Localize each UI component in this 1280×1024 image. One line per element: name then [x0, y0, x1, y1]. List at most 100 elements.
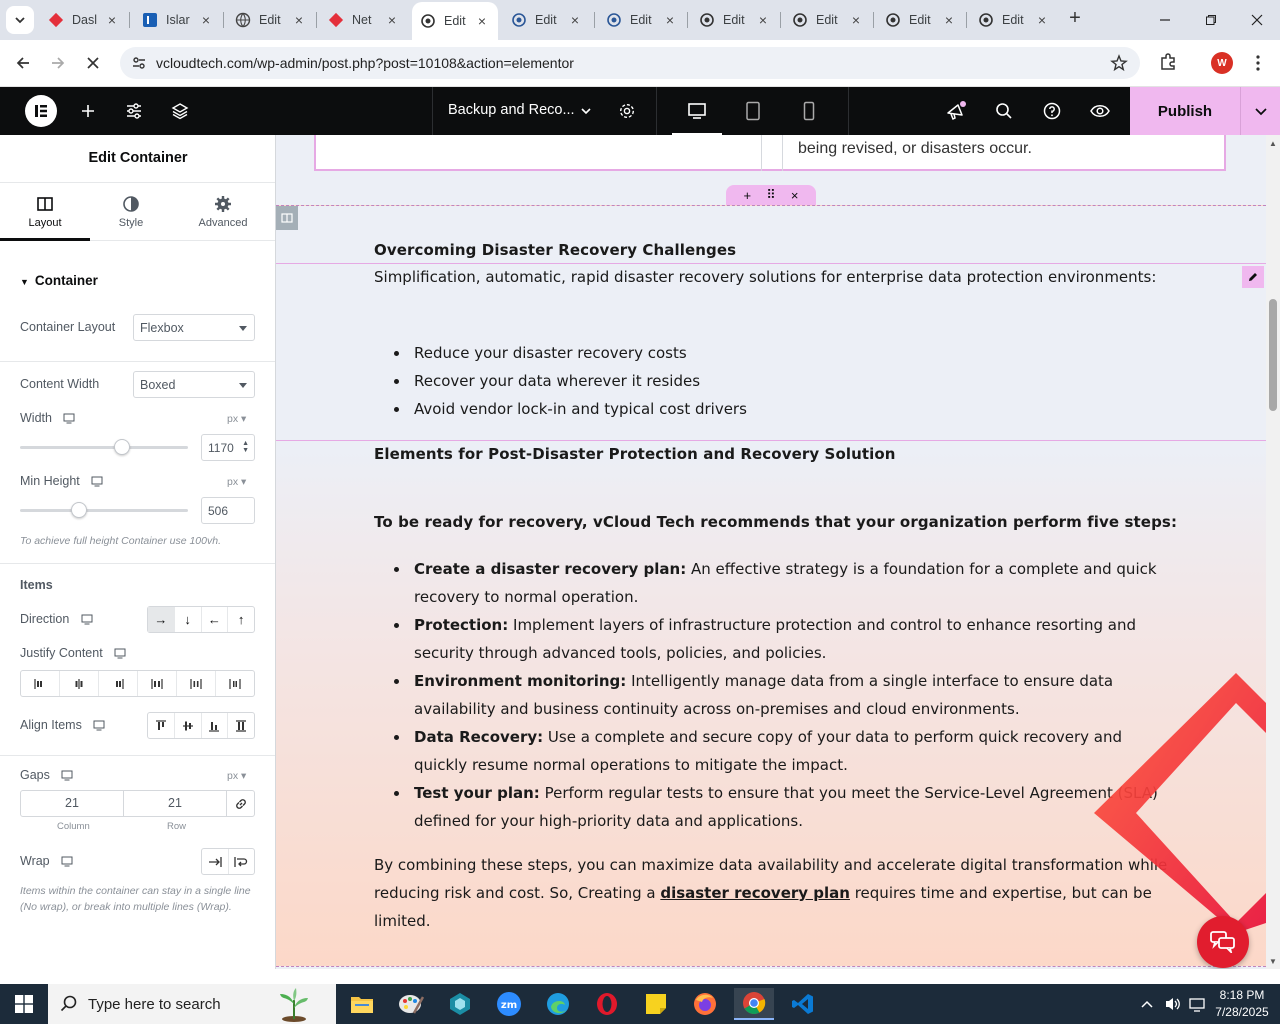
- edge-browser-icon[interactable]: [538, 988, 578, 1020]
- structure-button[interactable]: [168, 99, 192, 123]
- tab-advanced[interactable]: Advanced: [178, 183, 268, 241]
- back-button[interactable]: [10, 50, 36, 76]
- heading-overcoming[interactable]: Overcoming Disaster Recovery Challenges: [374, 241, 736, 259]
- direction-row-button[interactable]: →: [148, 607, 175, 632]
- site-settings-button[interactable]: [122, 99, 146, 123]
- min-height-slider-track[interactable]: [20, 509, 188, 512]
- profile-avatar[interactable]: W: [1211, 52, 1233, 74]
- edit-widget-pencil-icon[interactable]: [1242, 266, 1264, 288]
- chrome-browser-icon[interactable]: [734, 988, 774, 1020]
- browser-menu-dots-icon[interactable]: [1248, 52, 1268, 74]
- drag-handle-icon[interactable]: ⠿: [766, 187, 776, 203]
- close-icon[interactable]: ×: [662, 12, 678, 28]
- add-element-button[interactable]: [76, 99, 100, 123]
- desktop-icon[interactable]: [63, 413, 75, 427]
- heading-five-steps[interactable]: To be ready for recovery, vCloud Tech re…: [374, 513, 1177, 531]
- align-center-icon[interactable]: [175, 713, 202, 738]
- publish-button[interactable]: Publish: [1130, 87, 1240, 135]
- zoom-app-icon[interactable]: zm: [489, 988, 529, 1020]
- min-height-unit-select[interactable]: px ▾: [227, 476, 246, 488]
- sticky-notes-icon[interactable]: [636, 988, 676, 1020]
- heading-elements[interactable]: Elements for Post-Disaster Protection an…: [374, 445, 896, 463]
- browser-tab-11[interactable]: Edit ×: [970, 4, 1058, 36]
- tab-style[interactable]: Style: [86, 183, 176, 241]
- justify-space-evenly-icon[interactable]: [216, 671, 254, 696]
- wrap-icon[interactable]: [229, 849, 255, 874]
- no-wrap-icon[interactable]: [202, 849, 229, 874]
- address-bar[interactable]: vcloudtech.com/wp-admin/post.php?post=10…: [120, 47, 1140, 79]
- opera-browser-icon[interactable]: [587, 988, 627, 1020]
- close-icon[interactable]: ×: [474, 13, 490, 29]
- close-icon[interactable]: ×: [567, 12, 583, 28]
- tab-layout[interactable]: Layout: [0, 183, 90, 241]
- delete-container-icon[interactable]: ×: [791, 188, 799, 203]
- firefox-browser-icon[interactable]: [685, 988, 725, 1020]
- width-slider-track[interactable]: [20, 446, 188, 449]
- close-icon[interactable]: ×: [848, 12, 864, 28]
- direction-row-reverse-button[interactable]: ←: [202, 607, 229, 632]
- width-input[interactable]: 1170 ▲ ▼: [201, 434, 255, 461]
- volume-icon[interactable]: [1164, 984, 1182, 1024]
- justify-end-icon[interactable]: [99, 671, 138, 696]
- justify-center-icon[interactable]: [60, 671, 99, 696]
- close-icon[interactable]: ×: [1034, 12, 1050, 28]
- taskbar-search-box[interactable]: Type here to search: [48, 984, 336, 1024]
- browser-tab-7[interactable]: Edit ×: [598, 4, 686, 36]
- preview-button[interactable]: [1088, 99, 1112, 123]
- justify-space-between-icon[interactable]: [138, 671, 177, 696]
- align-start-icon[interactable]: [148, 713, 175, 738]
- show-hidden-icons[interactable]: [1140, 984, 1154, 1024]
- start-button[interactable]: [0, 984, 48, 1024]
- closing-paragraph[interactable]: By combining these steps, you can maximi…: [374, 851, 1174, 935]
- close-window-button[interactable]: [1242, 6, 1272, 34]
- content-width-select[interactable]: Boxed: [133, 371, 255, 398]
- browser-tab-8[interactable]: Edit ×: [691, 4, 779, 36]
- minimize-button[interactable]: [1150, 6, 1180, 34]
- tab-search-button[interactable]: [6, 6, 34, 34]
- link-values-icon[interactable]: [227, 791, 254, 816]
- file-explorer-icon[interactable]: [342, 988, 382, 1020]
- elementor-logo-icon[interactable]: [25, 95, 57, 127]
- bookmark-star-icon[interactable]: [1110, 54, 1128, 75]
- mobile-view-button[interactable]: [797, 99, 821, 123]
- site-settings-icon[interactable]: [128, 55, 150, 71]
- gap-column-input[interactable]: 21: [21, 791, 124, 816]
- desktop-icon[interactable]: [61, 856, 73, 870]
- intro-paragraph[interactable]: Simplification, automatic, rapid disaste…: [374, 263, 1174, 291]
- desktop-icon[interactable]: [93, 720, 105, 734]
- browser-tab-10[interactable]: Edit ×: [877, 4, 965, 36]
- browser-tab-1[interactable]: Dasl ×: [40, 4, 128, 36]
- close-icon[interactable]: ×: [755, 12, 771, 28]
- forward-button[interactable]: [45, 50, 71, 76]
- browser-tab-4[interactable]: Net ×: [320, 4, 408, 36]
- help-button[interactable]: [1040, 99, 1064, 123]
- new-tab-button[interactable]: +: [1064, 8, 1086, 30]
- browser-tab-9[interactable]: Edit ×: [784, 4, 872, 36]
- extensions-puzzle-icon[interactable]: [1158, 52, 1178, 75]
- desktop-view-button[interactable]: [685, 99, 709, 123]
- container-handle-icon[interactable]: [276, 206, 298, 230]
- browser-tab-3[interactable]: Edit ×: [227, 4, 315, 36]
- add-container-icon[interactable]: +: [744, 188, 752, 203]
- scroll-up-icon[interactable]: ▲: [1269, 139, 1277, 148]
- desktop-icon[interactable]: [114, 648, 126, 662]
- direction-column-reverse-button[interactable]: ↑: [228, 607, 254, 632]
- container-layout-select[interactable]: Flexbox: [133, 314, 255, 341]
- restore-button[interactable]: [1196, 6, 1226, 34]
- paint-app-icon[interactable]: [391, 988, 431, 1020]
- direction-column-button[interactable]: ↓: [175, 607, 202, 632]
- page-settings-button[interactable]: [615, 99, 639, 123]
- container-section-toggle[interactable]: ▼ Container: [20, 273, 98, 288]
- stop-loading-button[interactable]: [80, 50, 106, 76]
- width-slider-thumb[interactable]: [114, 439, 131, 455]
- close-icon[interactable]: ×: [384, 12, 400, 28]
- close-icon[interactable]: ×: [291, 12, 307, 28]
- close-icon[interactable]: ×: [104, 12, 120, 28]
- min-height-input[interactable]: 506: [201, 497, 255, 524]
- desktop-icon[interactable]: [81, 614, 93, 628]
- browser-tab-2[interactable]: Islar ×: [134, 4, 222, 36]
- scroll-down-icon[interactable]: ▼: [1269, 957, 1277, 966]
- browser-tab-6[interactable]: Edit ×: [503, 4, 591, 36]
- page-title-dropdown[interactable]: [574, 99, 598, 123]
- desktop-icon[interactable]: [61, 770, 73, 784]
